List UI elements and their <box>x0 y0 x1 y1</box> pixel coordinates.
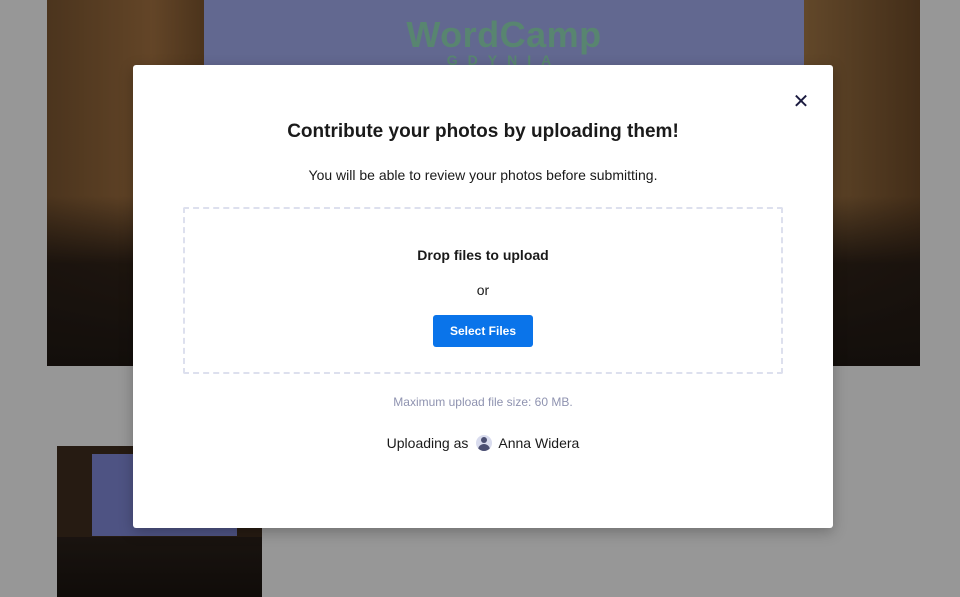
modal-subtitle: You will be able to review your photos b… <box>308 167 658 183</box>
uploading-as-label: Uploading as <box>386 435 469 451</box>
user-avatar-icon <box>476 435 493 451</box>
drop-files-label: Drop files to upload <box>417 247 549 263</box>
upload-photos-modal: ✕ Contribute your photos by uploading th… <box>133 65 833 528</box>
uploading-as-row: Uploading as Anna Widera <box>133 435 833 451</box>
modal-title: Contribute your photos by uploading them… <box>287 121 679 142</box>
or-label: or <box>476 282 490 298</box>
user-name: Anna Widera <box>498 435 580 451</box>
max-upload-size-note: Maximum upload file size: 60 MB. <box>393 395 573 409</box>
file-dropzone[interactable]: Drop files to upload or Select Files <box>183 207 783 374</box>
close-icon[interactable]: ✕ <box>791 91 811 111</box>
select-files-button[interactable]: Select Files <box>433 315 533 347</box>
